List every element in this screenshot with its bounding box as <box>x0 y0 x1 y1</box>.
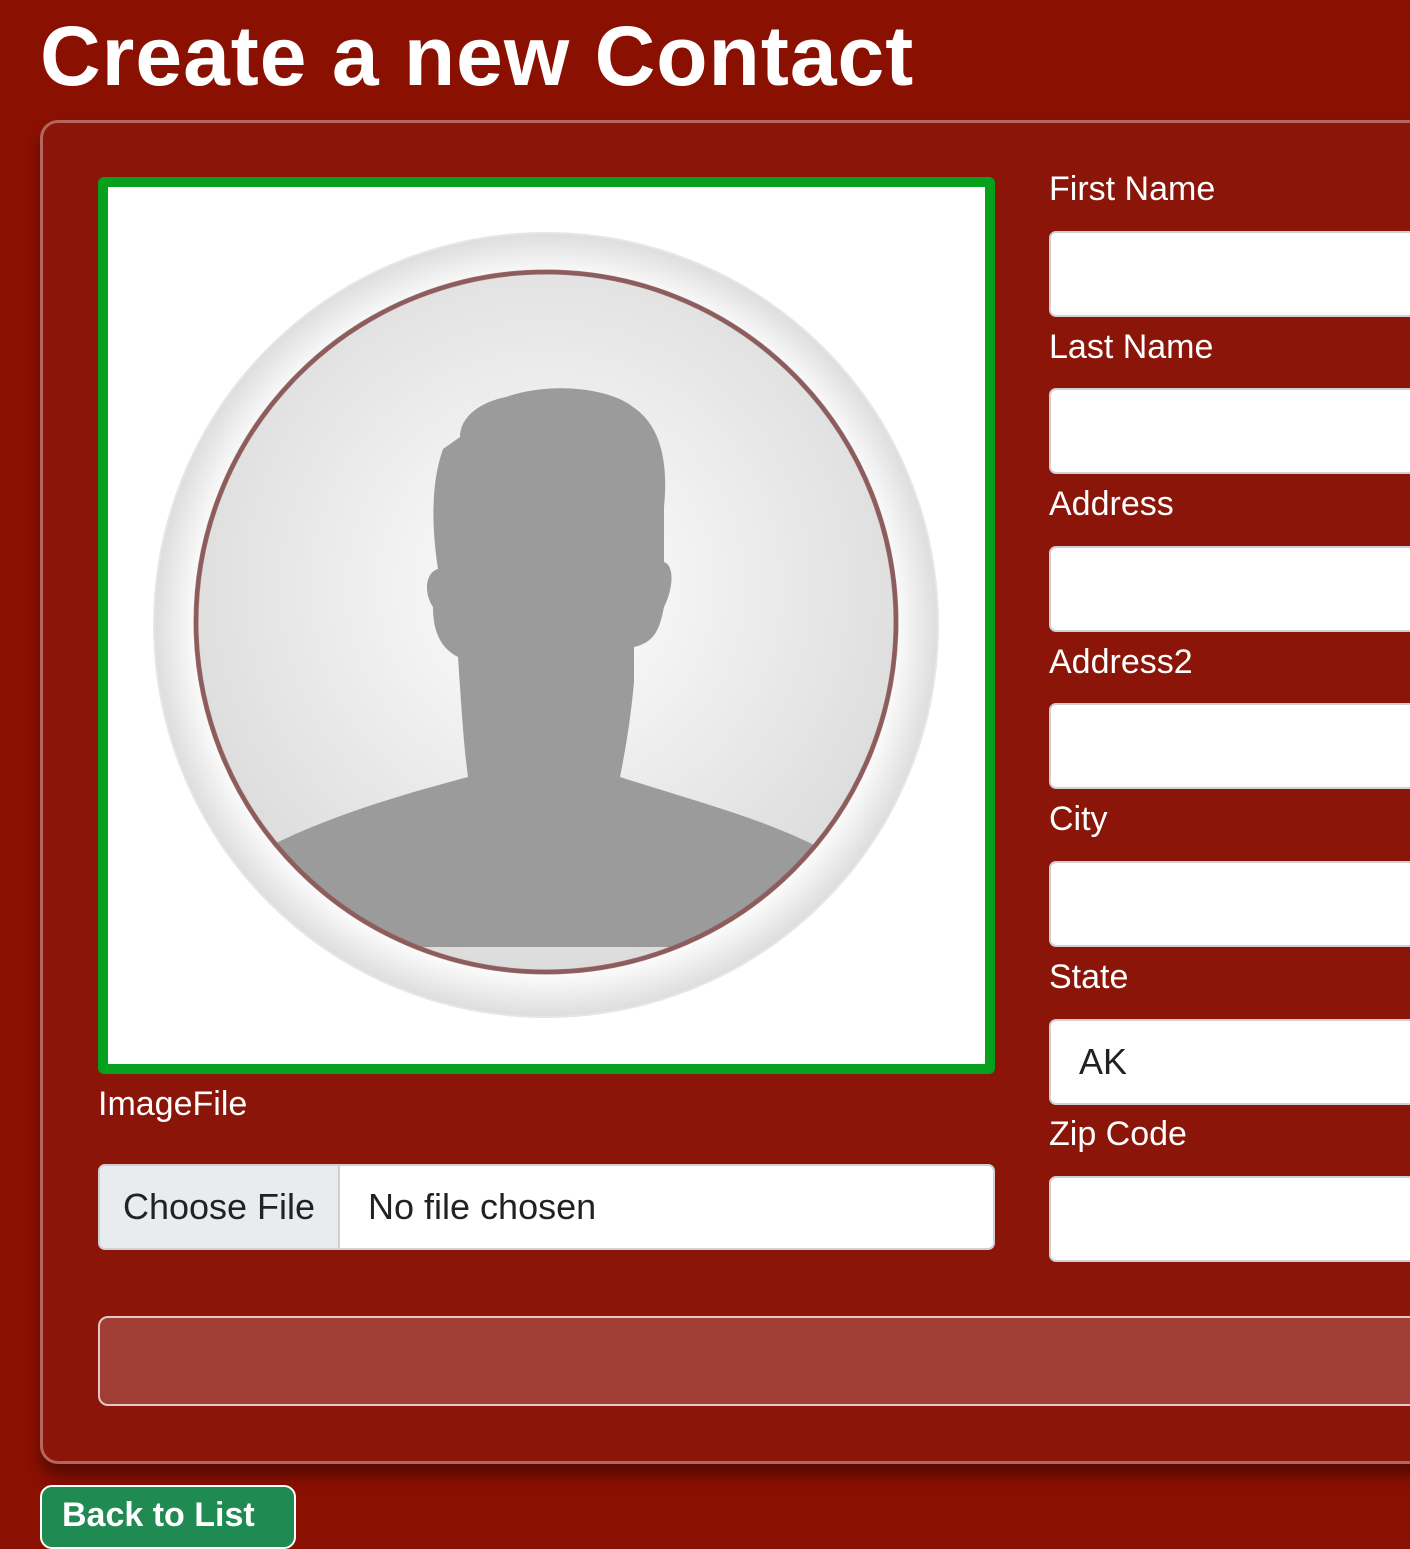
city-input[interactable] <box>1049 861 1410 947</box>
address2-label: Address2 <box>1049 643 1193 681</box>
address-label: Address <box>1049 485 1174 523</box>
last-name-input[interactable] <box>1049 388 1410 474</box>
page-title: Create a new Contact <box>40 9 915 103</box>
zip-code-label: Zip Code <box>1049 1115 1187 1153</box>
address2-input[interactable] <box>1049 703 1410 789</box>
file-status-text: No file chosen <box>368 1186 597 1227</box>
user-placeholder-avatar-icon <box>153 232 939 1018</box>
state-label: State <box>1049 958 1129 996</box>
choose-file-button[interactable]: Choose File <box>100 1166 340 1248</box>
create-submit-button[interactable] <box>98 1316 1410 1406</box>
zip-code-input[interactable] <box>1049 1176 1410 1262</box>
city-label: City <box>1049 800 1108 838</box>
address-input[interactable] <box>1049 546 1410 632</box>
image-file-label: ImageFile <box>98 1085 248 1123</box>
first-name-input[interactable] <box>1049 231 1410 317</box>
last-name-label: Last Name <box>1049 328 1214 366</box>
contact-image-preview <box>98 177 995 1074</box>
image-file-input[interactable]: Choose File No file chosen <box>98 1164 995 1250</box>
state-select[interactable]: AK <box>1049 1019 1410 1105</box>
back-to-list-button[interactable]: Back to List <box>40 1485 296 1549</box>
first-name-label: First Name <box>1049 170 1216 208</box>
